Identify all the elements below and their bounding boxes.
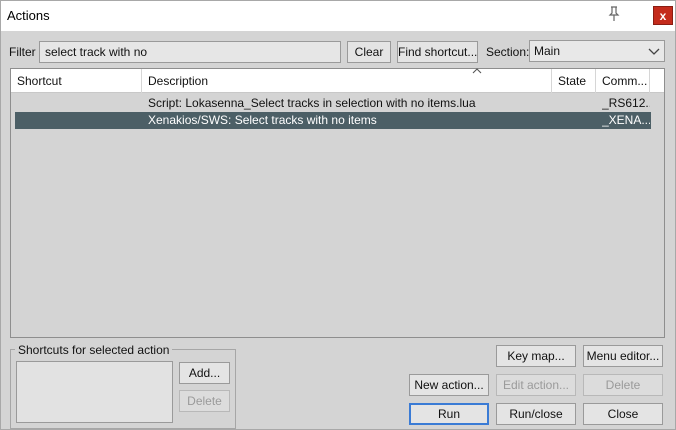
filter-input[interactable]: select track with no bbox=[39, 41, 341, 63]
table-header: Shortcut Description State Comm... bbox=[11, 68, 664, 93]
delete-shortcut-button[interactable]: Delete bbox=[179, 390, 230, 412]
add-shortcut-button[interactable]: Add... bbox=[179, 362, 230, 384]
menu-editor-button[interactable]: Menu editor... bbox=[583, 345, 663, 367]
section-label: Section: bbox=[486, 45, 530, 59]
column-header-shortcut[interactable]: Shortcut bbox=[11, 69, 142, 93]
find-shortcut-button[interactable]: Find shortcut... bbox=[397, 41, 478, 63]
cell-description: Script: Lokasenna_Select tracks in selec… bbox=[148, 96, 476, 110]
close-icon[interactable]: x bbox=[653, 6, 673, 25]
run-close-button[interactable]: Run/close bbox=[496, 403, 576, 425]
chevron-down-icon bbox=[648, 48, 660, 55]
key-map-button[interactable]: Key map... bbox=[496, 345, 576, 367]
shortcuts-group-title: Shortcuts for selected action bbox=[15, 343, 173, 357]
sort-ascending-icon bbox=[472, 68, 482, 74]
actions-table: Shortcut Description State Comm... Scrip… bbox=[10, 68, 665, 338]
column-header-description[interactable]: Description bbox=[142, 68, 552, 93]
section-select[interactable]: Main bbox=[529, 40, 665, 62]
close-button[interactable]: Close bbox=[583, 403, 663, 425]
table-row[interactable]: Script: Lokasenna_Select tracks in selec… bbox=[15, 95, 651, 112]
clear-button[interactable]: Clear bbox=[347, 41, 391, 63]
window-title: Actions bbox=[7, 8, 50, 23]
edit-action-button[interactable]: Edit action... bbox=[496, 374, 576, 396]
title-bar: Actions x bbox=[1, 1, 675, 31]
shortcut-list[interactable] bbox=[16, 361, 173, 423]
new-action-button[interactable]: New action... bbox=[409, 374, 489, 396]
table-row-selected[interactable]: Xenakios/SWS: Select tracks with no item… bbox=[15, 112, 651, 129]
column-header-state[interactable]: State bbox=[552, 69, 596, 93]
column-header-description-label: Description bbox=[148, 74, 209, 88]
run-button[interactable]: Run bbox=[409, 403, 489, 425]
cell-command: _RS612... bbox=[602, 96, 650, 110]
column-header-command[interactable]: Comm... bbox=[596, 69, 650, 93]
actions-window: Actions x Filter select track with no Cl… bbox=[0, 0, 676, 430]
section-value: Main bbox=[534, 44, 561, 58]
cell-command: _XENA... bbox=[602, 113, 650, 127]
delete-action-button[interactable]: Delete bbox=[583, 374, 663, 396]
filter-label: Filter bbox=[9, 45, 36, 59]
cell-description: Xenakios/SWS: Select tracks with no item… bbox=[148, 113, 377, 127]
pin-icon[interactable] bbox=[605, 5, 623, 23]
